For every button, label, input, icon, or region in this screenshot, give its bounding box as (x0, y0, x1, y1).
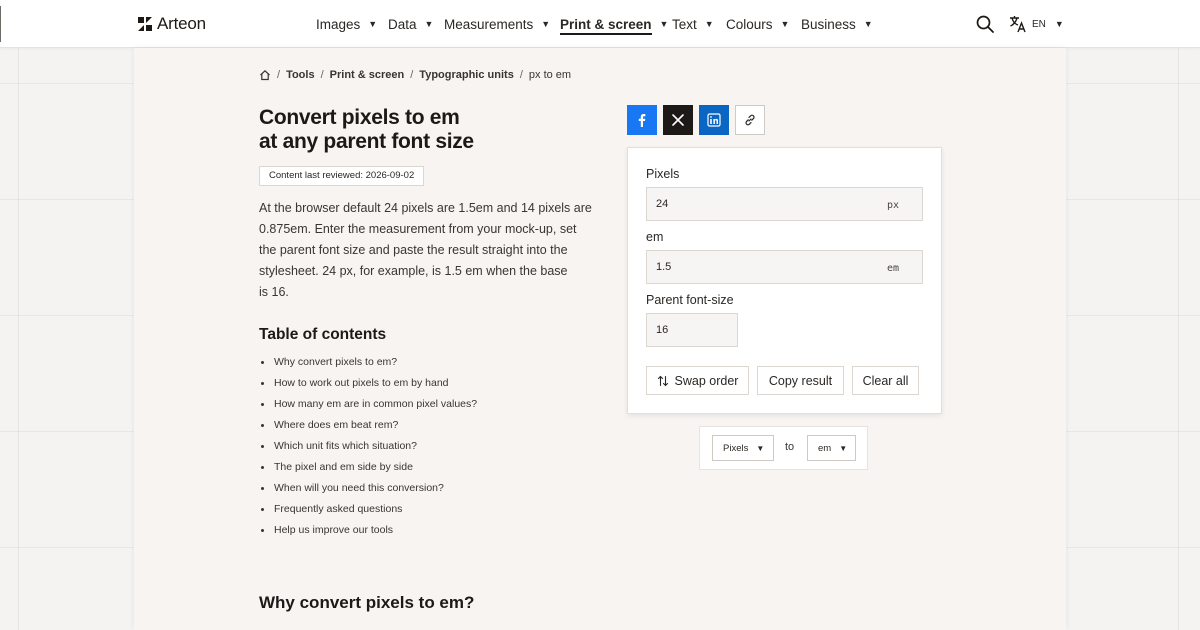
caret-down-icon: ▼ (756, 443, 765, 453)
toc-item[interactable]: Why convert pixels to em? (259, 352, 477, 373)
copy-link-button[interactable] (735, 105, 765, 135)
nav-label: Colours (726, 16, 773, 32)
caret-down-icon: ▼ (863, 19, 873, 29)
em-unit: em (886, 263, 899, 274)
caret-down-icon: ▼ (704, 19, 714, 29)
caret-down-icon: ▼ (368, 19, 378, 29)
section-heading: Why convert pixels to em? (259, 593, 475, 612)
em-label: em (646, 230, 664, 244)
nav-label: Business (801, 16, 856, 32)
copy-result-button[interactable]: Copy result (757, 366, 844, 395)
copy-result-label: Copy result (768, 373, 833, 388)
from-unit-value: Pixels (723, 442, 749, 454)
arteon-logo-icon (138, 17, 152, 31)
brand-logo[interactable]: Arteon (137, 14, 206, 34)
breadcrumb-typographic-units[interactable]: Typographic units (419, 69, 514, 81)
pixels-input[interactable]: 24 px (646, 187, 923, 221)
toc-item[interactable]: The pixel and em side by side (259, 457, 477, 478)
nav-label: Print & screen (560, 17, 652, 35)
breadcrumb: / Tools / Print & screen / Typographic u… (259, 69, 571, 81)
brand-name: Arteon (157, 14, 206, 33)
breadcrumb-separator: / (320, 69, 324, 81)
nav-label: Images (316, 16, 361, 32)
toc-item[interactable]: When will you need this conversion? (259, 478, 477, 499)
nav-item-images[interactable]: Images ▼ (316, 0, 377, 48)
clear-all-label: Clear all (862, 373, 909, 388)
toc-item[interactable]: Where does em beat rem? (259, 415, 477, 436)
language-code: EN (1032, 18, 1046, 30)
page-title-line: Convert pixels to em (259, 106, 460, 129)
nav-label: Measurements (444, 16, 534, 32)
facebook-icon (638, 114, 646, 127)
intro-line: stylesheet. 24 px, for example, is 1.5 e… (259, 264, 568, 278)
caret-down-icon: ▼ (839, 443, 848, 453)
share-x-button[interactable] (663, 105, 693, 135)
intro-line: is 16. (259, 285, 289, 299)
nav-item-print-screen[interactable]: Print & screen ▼ (560, 0, 668, 48)
nav-item-text[interactable]: Text ▼ (672, 0, 714, 48)
em-value: 1.5 (656, 261, 672, 273)
caret-down-icon: ▼ (541, 19, 551, 29)
language-selector[interactable]: EN ▼ (1009, 14, 1064, 34)
swap-order-label: Swap order (674, 373, 739, 388)
toc-item[interactable]: Which unit fits which situation? (259, 436, 477, 457)
table-of-contents: Why convert pixels to em? How to work ou… (259, 352, 477, 541)
translate-icon (1010, 16, 1026, 33)
site-header: Arteon Images ▼ Data ▼ Measurements ▼ Pr… (0, 0, 1200, 48)
breadcrumb-print-screen[interactable]: Print & screen (330, 69, 405, 81)
home-icon[interactable] (259, 69, 271, 81)
swap-icon (657, 375, 668, 386)
to-unit-select[interactable]: em ▼ (807, 435, 856, 461)
share-linkedin-button[interactable] (699, 105, 729, 135)
breadcrumb-separator: / (410, 69, 414, 81)
nav-item-measurements[interactable]: Measurements ▼ (444, 0, 550, 48)
link-icon (745, 114, 755, 126)
pixels-value: 24 (656, 198, 669, 210)
search-icon (976, 15, 994, 33)
nav-label: Data (388, 16, 417, 32)
toc-item[interactable]: How to work out pixels to em by hand (259, 373, 477, 394)
pixels-label: Pixels (646, 167, 680, 181)
page-title-line: at any parent font size (259, 130, 474, 153)
to-unit-value: em (818, 442, 832, 454)
caret-down-icon: ▼ (780, 19, 790, 29)
parent-font-size-label: Parent font-size (646, 293, 734, 307)
share-facebook-button[interactable] (627, 105, 657, 135)
breadcrumb-current: px to em (528, 69, 572, 81)
breadcrumb-separator: / (277, 69, 281, 81)
swap-order-button[interactable]: Swap order (646, 366, 749, 395)
caret-down-icon: ▼ (1054, 19, 1064, 29)
page-title: Convert pixels to em at any parent font … (259, 106, 474, 154)
nav-item-business[interactable]: Business ▼ (801, 0, 873, 48)
intro-paragraph: At the browser default 24 pixels are 1.5… (259, 198, 604, 303)
toc-item[interactable]: Help us improve our tools (259, 520, 477, 541)
reviewed-badge: Content last reviewed: 2026-09-02 (259, 166, 425, 186)
caret-down-icon: ▼ (424, 19, 434, 29)
nav-label: Text (672, 16, 697, 32)
parent-font-size-value: 16 (656, 324, 669, 336)
parent-font-size-input[interactable]: 16 (646, 313, 738, 347)
unit-to-word: to (785, 441, 795, 453)
pixels-unit: px (886, 200, 899, 211)
linkedin-icon (707, 113, 721, 127)
toc-item[interactable]: Frequently asked questions (259, 499, 477, 520)
caret-down-icon: ▼ (659, 19, 669, 29)
toc-title: Table of contents (259, 326, 387, 343)
toc-item[interactable]: How many em are in common pixel values? (259, 394, 477, 415)
intro-line: At the browser default 24 pixels are 1.5… (259, 201, 592, 215)
breadcrumb-tools[interactable]: Tools (286, 69, 315, 81)
breadcrumb-separator: / (519, 69, 523, 81)
clear-all-button[interactable]: Clear all (852, 366, 919, 395)
search-button[interactable] (975, 14, 995, 34)
intro-line: 0.875em. Enter the measurement from your… (259, 222, 577, 236)
nav-item-colours[interactable]: Colours ▼ (726, 0, 789, 48)
em-input[interactable]: 1.5 em (646, 250, 923, 284)
intro-line: the parent font size and paste the resul… (259, 243, 568, 257)
nav-item-data[interactable]: Data ▼ (388, 0, 433, 48)
x-icon (672, 114, 684, 126)
window-edge (0, 6, 1, 42)
from-unit-select[interactable]: Pixels ▼ (712, 435, 774, 461)
